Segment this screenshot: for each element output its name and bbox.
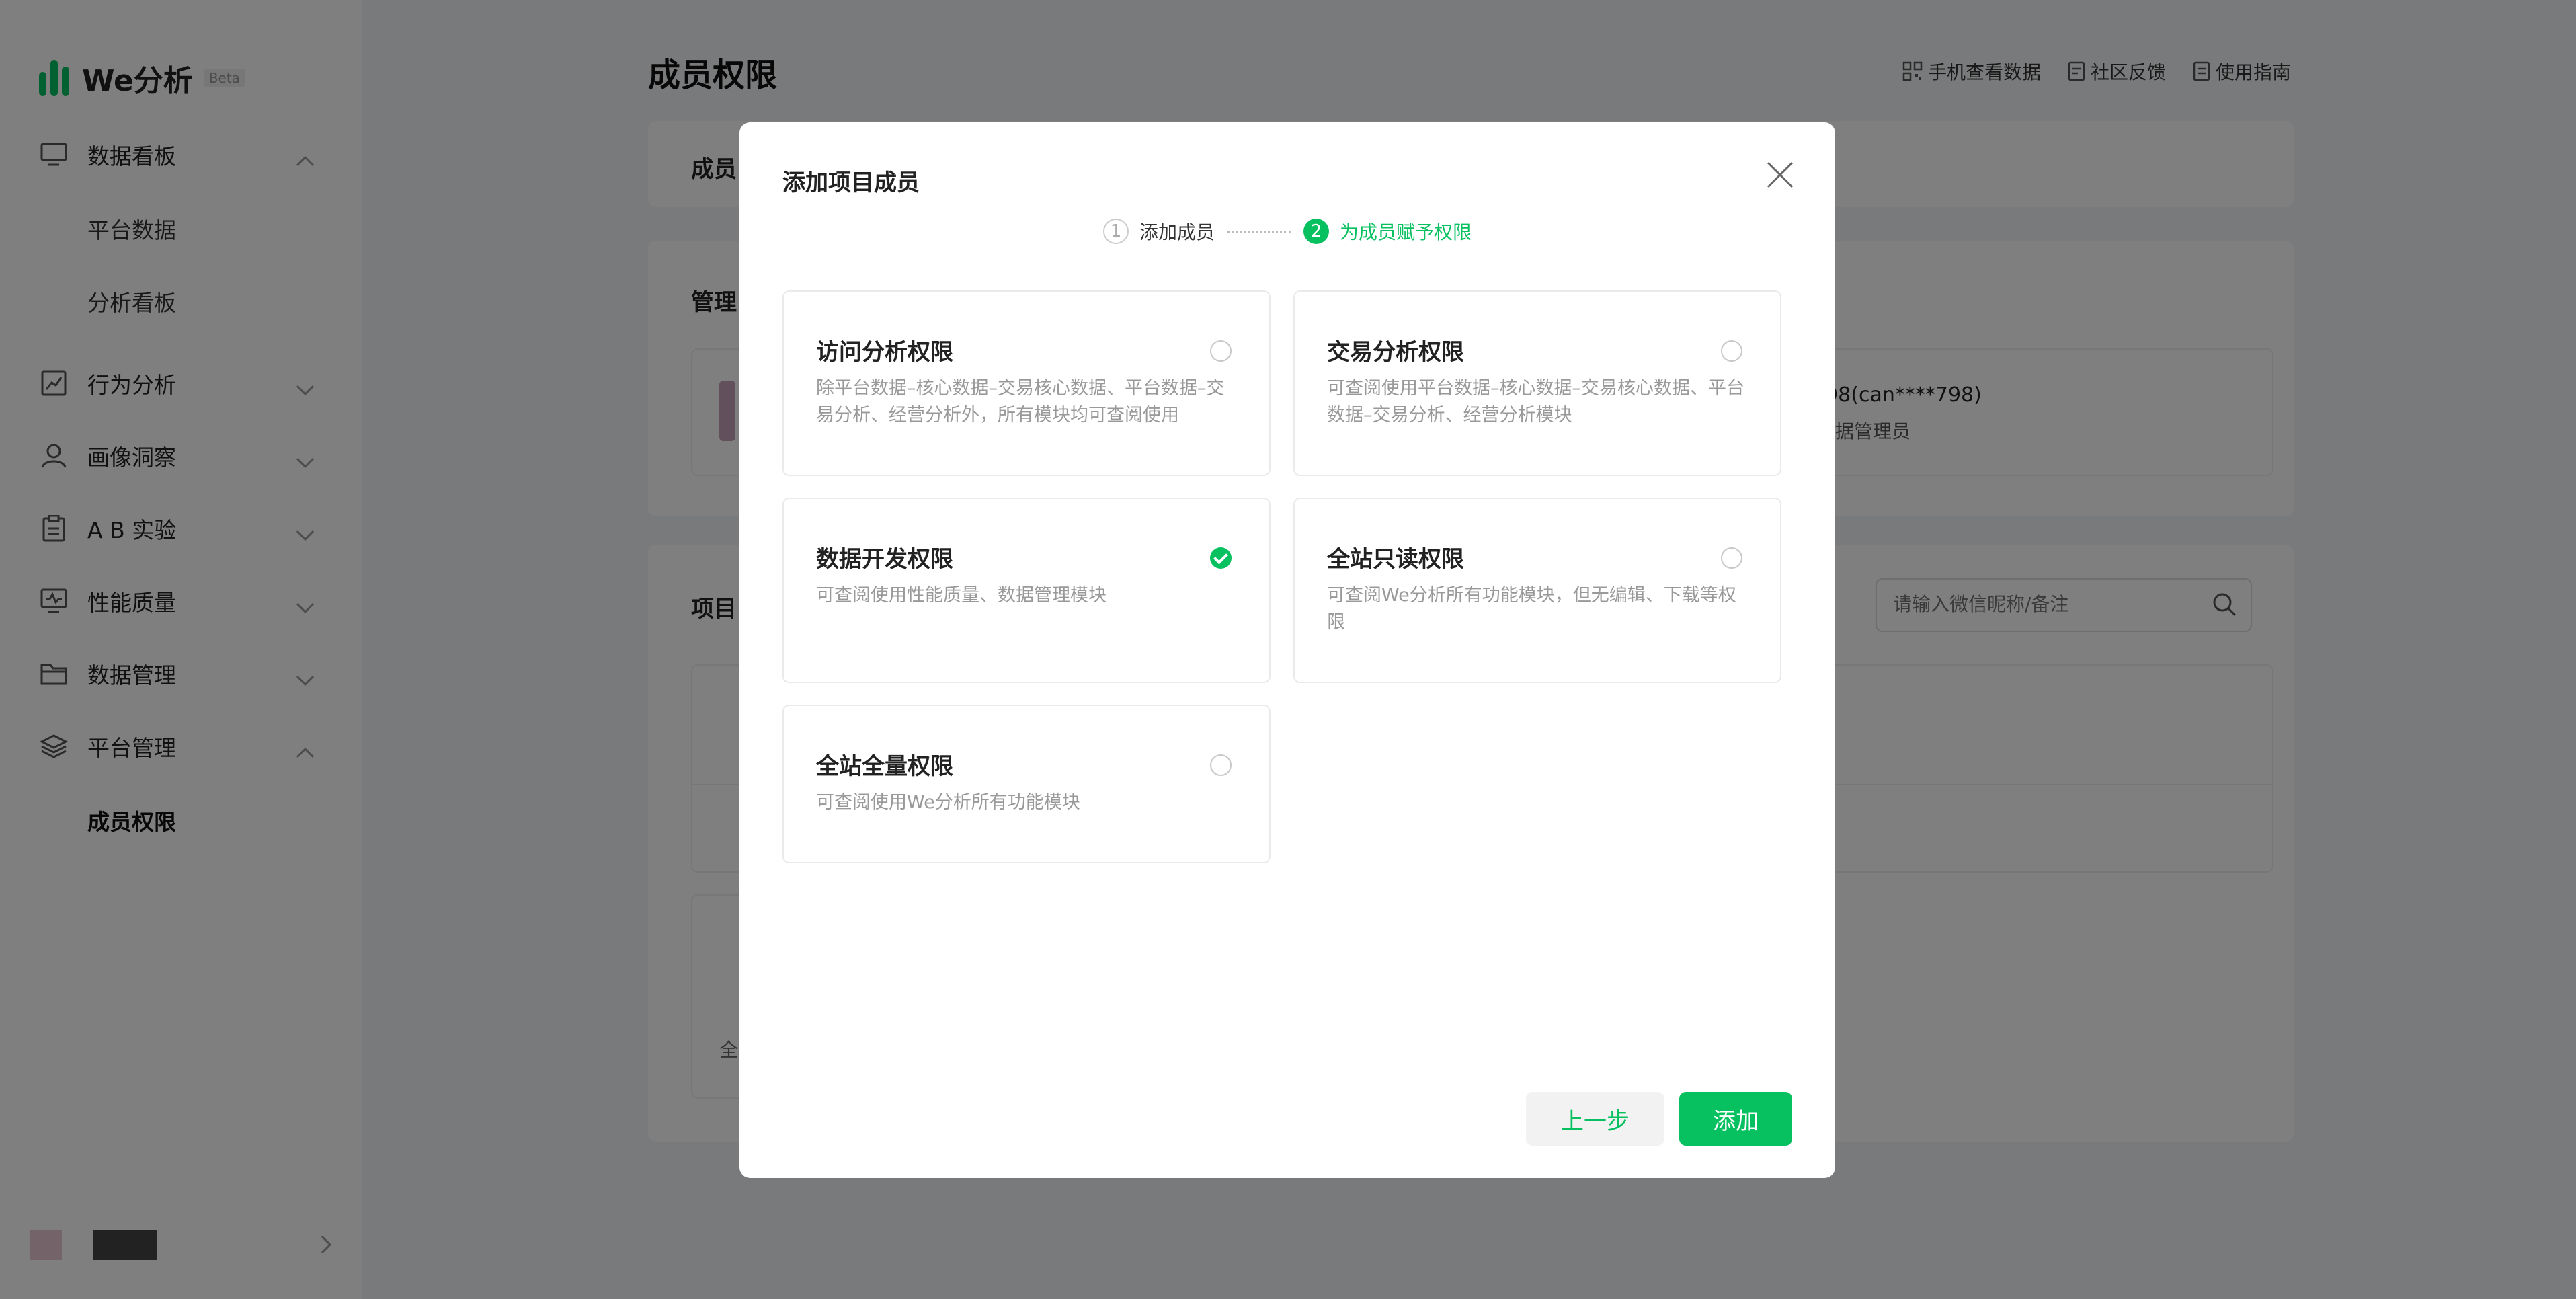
permission-title: 全站全量权限 — [816, 753, 953, 780]
permission-radio[interactable] — [1210, 340, 1232, 362]
permission-radio[interactable] — [1210, 754, 1232, 776]
permission-option-site-full[interactable]: 全站全量权限 可查阅使用We分析所有功能模块 — [782, 705, 1271, 863]
previous-step-button[interactable]: 上一步 — [1526, 1092, 1664, 1146]
permission-option-trade-analysis[interactable]: 交易分析权限 可查阅使用平台数据–核心数据–交易核心数据、平台数据–交易分析、经… — [1293, 290, 1781, 476]
permission-description: 可查阅使用平台数据–核心数据–交易核心数据、平台数据–交易分析、经营分析模块 — [1327, 378, 1744, 426]
permission-title: 全站只读权限 — [1327, 546, 1464, 573]
close-icon[interactable] — [1765, 160, 1795, 190]
permission-option-site-readonly[interactable]: 全站只读权限 可查阅We分析所有功能模块，但无编辑、下载等权限 — [1293, 498, 1781, 683]
permission-radio[interactable] — [1721, 547, 1742, 569]
step-2: 2 为成员赋予权限 — [1303, 218, 1472, 245]
step-1: 1 添加成员 — [1102, 218, 1215, 245]
step-indicator: 1 添加成员 2 为成员赋予权限 — [739, 218, 1835, 245]
permission-title: 访问分析权限 — [816, 339, 953, 366]
permission-title: 交易分析权限 — [1327, 339, 1464, 366]
permission-title: 数据开发权限 — [816, 546, 953, 573]
permission-description: 可查阅使用We分析所有功能模块 — [816, 792, 1080, 813]
permission-description: 除平台数据–核心数据–交易核心数据、平台数据–交易分析、经营分析外，所有模块均可… — [816, 378, 1225, 426]
step-label: 添加成员 — [1139, 221, 1215, 243]
permission-radio[interactable] — [1721, 340, 1742, 362]
permission-radio-checked-icon[interactable] — [1210, 547, 1232, 569]
add-button[interactable]: 添加 — [1679, 1092, 1792, 1146]
permission-description: 可查阅We分析所有功能模块，但无编辑、下载等权限 — [1327, 585, 1736, 633]
step-number: 1 — [1102, 219, 1129, 244]
step-label: 为成员赋予权限 — [1340, 221, 1472, 243]
step-connector — [1227, 230, 1291, 233]
add-member-dialog: 添加项目成员 1 添加成员 2 为成员赋予权限 访问分析权限 除平台数据–核心数… — [739, 122, 1835, 1178]
permission-description: 可查阅使用性能质量、数据管理模块 — [816, 585, 1106, 606]
permission-option-data-development[interactable]: 数据开发权限 可查阅使用性能质量、数据管理模块 — [782, 498, 1271, 683]
dialog-title: 添加项目成员 — [782, 169, 920, 196]
step-number: 2 — [1303, 219, 1329, 244]
permission-option-access-analysis[interactable]: 访问分析权限 除平台数据–核心数据–交易核心数据、平台数据–交易分析、经营分析外… — [782, 290, 1271, 476]
